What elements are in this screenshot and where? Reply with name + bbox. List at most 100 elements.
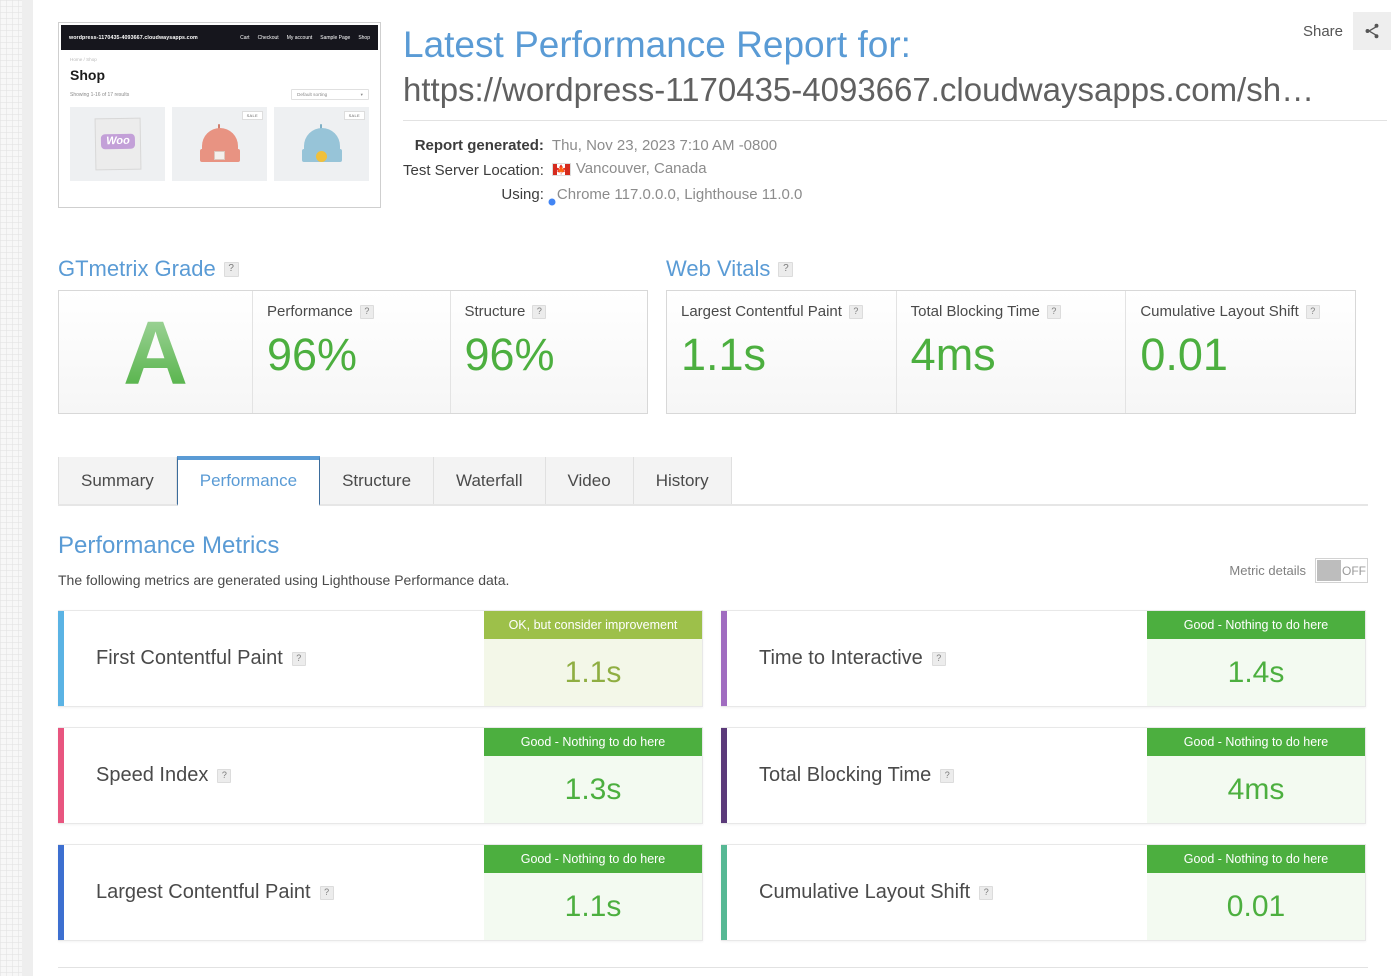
- tab-waterfall[interactable]: Waterfall: [434, 457, 546, 504]
- vital-cls-value: 0.01: [1140, 329, 1228, 380]
- metric-status-badge: Good - Nothing to do here: [484, 728, 702, 756]
- metric-name-text: Time to Interactive: [759, 647, 923, 669]
- vital-lcp-label-text: Largest Contentful Paint: [681, 303, 842, 320]
- help-icon[interactable]: ?: [1046, 304, 1061, 319]
- metric-value: 4ms: [1147, 756, 1365, 823]
- metric-status-badge: Good - Nothing to do here: [1147, 611, 1365, 639]
- tab-video[interactable]: Video: [545, 457, 634, 504]
- help-icon[interactable]: ?: [931, 651, 946, 666]
- metric-details-toggle-wrap: Metric details OFF: [1229, 558, 1368, 583]
- thumbnail-meta-row: Showing 1-16 of 17 results Default sorti…: [70, 89, 369, 100]
- metric-card-largest-contentful-paint[interactable]: Largest Contentful Paint ? Good - Nothin…: [58, 844, 703, 941]
- metadata-key: Test Server Location:: [403, 161, 544, 179]
- metric-score: Good - Nothing to do here 1.3s: [484, 728, 702, 823]
- metric-status-badge: OK, but consider improvement: [484, 611, 702, 639]
- thumbnail-nav-link: Shop: [358, 34, 370, 41]
- metric-status-badge: Good - Nothing to do here: [484, 845, 702, 873]
- metric-name-text: Speed Index: [96, 764, 209, 786]
- metric-card-time-to-interactive[interactable]: Time to Interactive ? Good - Nothing to …: [721, 610, 1366, 707]
- performance-label-text: Performance: [267, 303, 353, 320]
- toggle-knob: [1317, 560, 1341, 581]
- metric-card-cumulative-layout-shift[interactable]: Cumulative Layout Shift ? Good - Nothing…: [721, 844, 1366, 941]
- page-screenshot-thumbnail[interactable]: wordpress-1170435-4093667.cloudwaysapps.…: [58, 22, 381, 208]
- thumbnail-product-woo-album: Woo: [70, 107, 165, 181]
- thumbnail-site-navbar: wordpress-1170435-4093667.cloudwaysapps.…: [61, 25, 378, 50]
- vital-tbt-cell: Total Blocking Time ? 4ms: [896, 291, 1127, 413]
- help-icon[interactable]: ?: [223, 261, 239, 277]
- tab-history[interactable]: History: [633, 457, 732, 504]
- metric-card-total-blocking-time[interactable]: Total Blocking Time ? Good - Nothing to …: [721, 727, 1366, 824]
- metric-name: Speed Index ?: [96, 764, 232, 787]
- share-label: Share: [1302, 22, 1343, 40]
- help-icon[interactable]: ?: [778, 261, 794, 277]
- metric-name-zone: Speed Index ?: [64, 728, 484, 823]
- metric-card-first-contentful-paint[interactable]: First Contentful Paint ? OK, but conside…: [58, 610, 703, 707]
- thumbnail-results-text: Showing 1-16 of 17 results: [70, 91, 130, 98]
- thumbnail-inner: wordpress-1170435-4093667.cloudwaysapps.…: [61, 25, 378, 205]
- share-icon[interactable]: [1353, 12, 1391, 50]
- page-title: Latest Performance Report for:: [403, 24, 911, 65]
- using-value: Chrome 117.0.0.0, Lighthouse 11.0.0: [556, 186, 803, 204]
- help-icon[interactable]: ?: [217, 768, 232, 783]
- metric-value: 1.3s: [484, 756, 702, 823]
- thumbnail-product-grid: Woo SALE SALE: [70, 107, 369, 181]
- metadata-row-using: Using: Chrome 117.0.0.0, Lighthouse 11.0…: [403, 183, 802, 206]
- test-location-value: Vancouver, Canada: [575, 160, 707, 178]
- tab-structure[interactable]: Structure: [320, 457, 435, 504]
- vital-tbt-label-text: Total Blocking Time: [910, 303, 1040, 320]
- section-subtitle: The following metrics are generated usin…: [58, 572, 510, 588]
- help-icon[interactable]: ?: [848, 304, 863, 319]
- metric-score: Good - Nothing to do here 0.01: [1147, 845, 1365, 940]
- metric-value: 0.01: [1147, 873, 1365, 940]
- grade-letter: A: [123, 304, 188, 404]
- report-generated-value: Thu, Nov 23, 2023 7:10 AM -0800: [551, 137, 778, 155]
- metric-details-label: Metric details: [1229, 563, 1306, 578]
- metric-score: OK, but consider improvement 1.1s: [484, 611, 702, 706]
- help-icon[interactable]: ?: [979, 885, 994, 900]
- performance-metrics-header: Performance Metrics The following metric…: [58, 532, 1368, 588]
- canada-flag-icon: 🍁: [551, 163, 571, 180]
- thumbnail-product-orange-beanie: SALE: [172, 107, 267, 181]
- help-icon[interactable]: ?: [1305, 304, 1320, 319]
- share-control[interactable]: Share: [1303, 12, 1391, 50]
- metric-name-text: Largest Contentful Paint: [96, 881, 311, 903]
- sale-badge: SALE: [241, 111, 263, 120]
- metric-name-zone: Time to Interactive ?: [727, 611, 1147, 706]
- metadata-row-location: Test Server Location: 🍁 Vancouver, Canad…: [403, 157, 802, 183]
- vital-lcp-cell: Largest Contentful Paint ? 1.1s: [667, 291, 897, 413]
- help-icon[interactable]: ?: [532, 304, 547, 319]
- metric-name: First Contentful Paint ?: [96, 647, 306, 670]
- metric-name: Cumulative Layout Shift ?: [759, 881, 994, 904]
- structure-score-cell: Structure ? 96%: [450, 291, 647, 413]
- help-icon[interactable]: ?: [291, 651, 306, 666]
- metric-name-zone: First Contentful Paint ?: [64, 611, 484, 706]
- help-icon[interactable]: ?: [319, 885, 334, 900]
- performance-score-label: Performance ?: [267, 303, 436, 320]
- help-icon[interactable]: ?: [940, 768, 955, 783]
- woo-logo-text: Woo: [100, 133, 135, 149]
- grade-letter-cell: A: [59, 291, 253, 413]
- metric-name-text: Cumulative Layout Shift: [759, 881, 971, 903]
- thumbnail-site-title: wordpress-1170435-4093667.cloudwaysapps.…: [69, 34, 198, 41]
- thumbnail-body: Home / Shop Shop Showing 1-16 of 17 resu…: [61, 50, 378, 181]
- page-texture-left: [0, 0, 22, 976]
- thumbnail-nav-link: My account: [286, 34, 313, 41]
- report-url[interactable]: https://wordpress-1170435-4093667.cloudw…: [403, 69, 1387, 112]
- toggle-state: OFF: [1342, 563, 1366, 578]
- performance-metrics-grid: First Contentful Paint ? OK, but conside…: [58, 610, 1393, 941]
- metric-card-speed-index[interactable]: Speed Index ? Good - Nothing to do here …: [58, 727, 703, 824]
- tab-performance[interactable]: Performance: [176, 456, 321, 506]
- section-title: Performance Metrics: [58, 532, 280, 559]
- vital-tbt-label: Total Blocking Time ?: [911, 303, 1112, 320]
- structure-score-label: Structure ?: [465, 303, 634, 320]
- gtmetrix-grade-panel: A Performance ? 96% Structure ? 96%: [58, 290, 648, 414]
- metric-value: 1.4s: [1147, 639, 1365, 706]
- metric-details-toggle[interactable]: OFF: [1315, 558, 1368, 583]
- metric-score: Good - Nothing to do here 1.4s: [1147, 611, 1365, 706]
- metadata-value: 🍁 Vancouver, Canada: [551, 157, 802, 183]
- tab-summary[interactable]: Summary: [58, 457, 177, 504]
- metadata-key: Using:: [501, 186, 544, 204]
- title-divider: [403, 120, 1387, 122]
- metric-status-badge: Good - Nothing to do here: [1147, 728, 1365, 756]
- help-icon[interactable]: ?: [359, 304, 374, 319]
